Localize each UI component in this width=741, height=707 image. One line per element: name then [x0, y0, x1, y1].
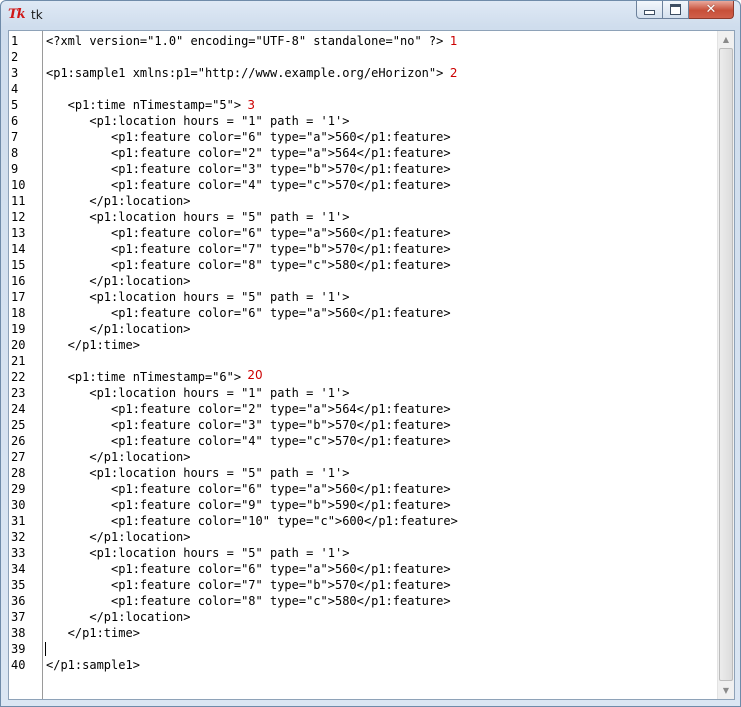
line-number: 11 [11, 194, 26, 208]
code-line: <p1:feature color="7" type="b">570</p1:f… [46, 242, 451, 256]
line-number: 8 [11, 146, 19, 160]
code-line: <p1:location hours = "5" path = '1'> [46, 466, 350, 480]
maximize-icon [670, 4, 681, 15]
annotation-marker: 3 [247, 98, 255, 112]
line-number: 15 [11, 258, 26, 272]
scrollbar-thumb[interactable] [719, 48, 733, 681]
line-number: 3 [11, 66, 19, 80]
line-number: 16 [11, 274, 26, 288]
code-line: <p1:feature color="6" type="a">560</p1:f… [46, 306, 451, 320]
code-line: <p1:feature color="4" type="c">570</p1:f… [46, 178, 451, 192]
line-number: 19 [11, 322, 26, 336]
code-line: <p1:feature color="6" type="a">560</p1:f… [46, 482, 451, 496]
code-line: <p1:location hours = "5" path = '1'> [46, 546, 350, 560]
code-line: <p1:feature color="2" type="a">564</p1:f… [46, 402, 451, 416]
line-number: 24 [11, 402, 26, 416]
app-window: Tk tk ✕ 1 2 3 4 5 6 7 8 9 10 11 12 13 14 15 16 17 18 19 20 2… [0, 0, 741, 707]
line-number: 22 [11, 370, 26, 384]
text-frame: 1 2 3 4 5 6 7 8 9 10 11 12 13 14 15 16 17 18 19 20 21 22 23 24 2… [8, 30, 735, 700]
line-number: 23 [11, 386, 26, 400]
annotation-marker: 20 [247, 368, 263, 382]
line-number-gutter: 1 2 3 4 5 6 7 8 9 10 11 12 13 14 15 16 17 18 19 20 21 22 23 24 2… [9, 31, 43, 699]
code-line: <p1:location hours = "5" path = '1'> [46, 210, 350, 224]
code-line: <p1:feature color="6" type="a">560</p1:f… [46, 562, 451, 576]
minimize-icon [644, 10, 655, 15]
minimize-button[interactable] [636, 1, 663, 19]
line-number: 34 [11, 562, 26, 576]
close-button[interactable]: ✕ [689, 1, 734, 19]
code-line: <p1:feature color="8" type="c">580</p1:f… [46, 594, 451, 608]
code-line: <p1:feature color="2" type="a">564</p1:f… [46, 146, 451, 160]
code-line: <p1:location hours = "5" path = '1'> [46, 290, 350, 304]
line-number: 7 [11, 130, 19, 144]
line-number: 17 [11, 290, 26, 304]
line-number: 14 [11, 242, 26, 256]
code-line: <p1:location hours = "1" path = '1'> [46, 114, 350, 128]
code-line: </p1:location> [46, 322, 191, 336]
code-line: <p1:time nTimestamp="6"> [46, 370, 242, 384]
code-line: <p1:feature color="8" type="c">580</p1:f… [46, 258, 451, 272]
line-number: 12 [11, 210, 26, 224]
text-cursor [45, 642, 46, 656]
code-line: <p1:feature color="7" type="b">570</p1:f… [46, 578, 451, 592]
arrow-up-icon[interactable]: ▲ [718, 31, 734, 48]
line-number: 20 [11, 338, 26, 352]
code-line: </p1:location> [46, 274, 191, 288]
line-number: 1 [11, 34, 19, 48]
code-line: <p1:time nTimestamp="5"> [46, 98, 242, 112]
code-line: <p1:feature color="9" type="b">590</p1:f… [46, 498, 451, 512]
code-line: </p1:location> [46, 610, 191, 624]
tk-feather-icon: Tk [8, 7, 26, 22]
line-number: 36 [11, 594, 26, 608]
close-icon: ✕ [705, 1, 717, 17]
window-controls: ✕ [636, 1, 734, 20]
code-line: <p1:feature color="10" type="c">600</p1:… [46, 514, 458, 528]
code-line: <p1:location hours = "1" path = '1'> [46, 386, 350, 400]
code-line: <p1:feature color="3" type="b">570</p1:f… [46, 418, 451, 432]
line-number: 40 [11, 658, 26, 672]
code-line: </p1:time> [46, 338, 140, 352]
line-number: 28 [11, 466, 26, 480]
arrow-down-icon[interactable]: ▼ [718, 682, 734, 699]
code-line: <p1:feature color="6" type="a">560</p1:f… [46, 226, 451, 240]
line-number: 39 [11, 642, 26, 656]
code-line: </p1:location> [46, 530, 191, 544]
title-bar[interactable]: Tk tk ✕ [1, 1, 740, 29]
vertical-scrollbar[interactable]: ▲ ▼ [717, 31, 734, 699]
line-number: 25 [11, 418, 26, 432]
line-number: 29 [11, 482, 26, 496]
line-number: 10 [11, 178, 26, 192]
line-number: 27 [11, 450, 26, 464]
line-number: 30 [11, 498, 26, 512]
line-number: 33 [11, 546, 26, 560]
line-number: 26 [11, 434, 26, 448]
code-line: </p1:location> [46, 450, 191, 464]
line-number: 9 [11, 162, 19, 176]
code-line: <p1:sample1 xmlns:p1="http://www.example… [46, 66, 444, 80]
code-line: <p1:feature color="3" type="b">570</p1:f… [46, 162, 451, 176]
text-editor[interactable]: <?xml version="1.0" encoding="UTF-8" sta… [43, 31, 717, 699]
line-number: 37 [11, 610, 26, 624]
line-number: 18 [11, 306, 26, 320]
line-number: 35 [11, 578, 26, 592]
code-line: <p1:feature color="6" type="a">560</p1:f… [46, 130, 451, 144]
code-line: <?xml version="1.0" encoding="UTF-8" sta… [46, 34, 444, 48]
line-number: 6 [11, 114, 19, 128]
code-line: </p1:time> [46, 626, 140, 640]
code-line: <p1:feature color="4" type="c">570</p1:f… [46, 434, 451, 448]
line-number: 38 [11, 626, 26, 640]
line-number: 5 [11, 98, 19, 112]
code-line: </p1:sample1> [46, 658, 140, 672]
annotation-marker: 1 [449, 34, 458, 48]
code-line: </p1:location> [46, 194, 191, 208]
line-number: 4 [11, 82, 19, 96]
line-number: 21 [11, 354, 26, 368]
maximize-button[interactable] [663, 1, 689, 19]
line-number: 31 [11, 514, 26, 528]
line-number: 13 [11, 226, 26, 240]
window-title: tk [31, 8, 43, 22]
annotation-marker: 2 [449, 66, 458, 80]
line-number: 2 [11, 50, 19, 64]
line-number: 32 [11, 530, 26, 544]
